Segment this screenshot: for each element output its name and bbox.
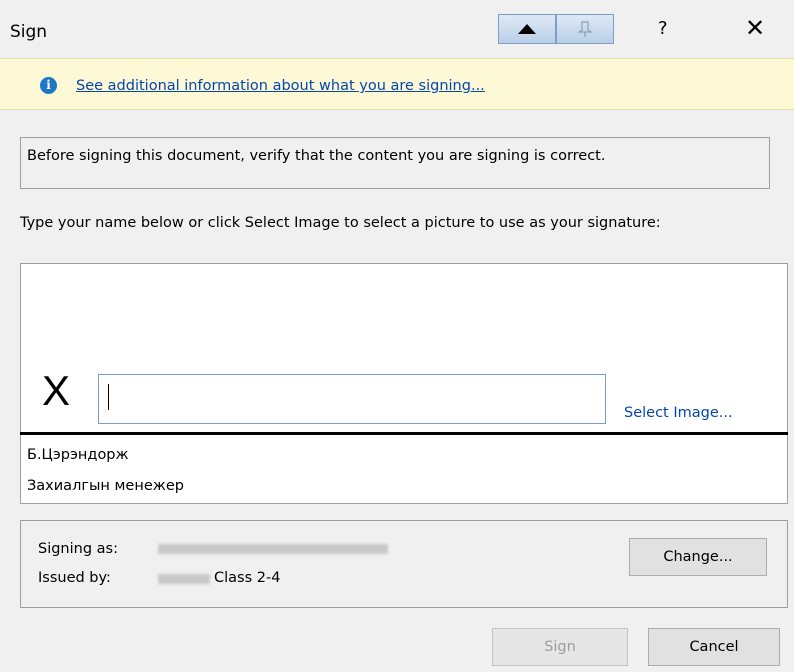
- issuer-class: Class 2-4: [214, 570, 281, 586]
- change-button[interactable]: Change...: [629, 538, 767, 576]
- cancel-button[interactable]: Cancel: [648, 628, 780, 666]
- triangle-up-icon: [518, 24, 536, 34]
- help-button[interactable]: ?: [658, 18, 668, 39]
- signature-line: [20, 432, 788, 435]
- signer-title: Захиалгын менежер: [27, 478, 184, 494]
- text-caret: [108, 384, 109, 410]
- signature-name-input[interactable]: [98, 374, 606, 424]
- info-icon: i: [40, 77, 57, 94]
- close-button[interactable]: ✕: [745, 14, 765, 42]
- verify-message: Before signing this document, verify tha…: [20, 137, 770, 189]
- pin-button[interactable]: [556, 14, 614, 44]
- signing-as-label: Signing as:: [38, 541, 118, 557]
- pin-icon: [577, 21, 593, 37]
- signature-x-mark: X: [42, 367, 71, 414]
- issued-by-label: Issued by:: [38, 570, 111, 586]
- select-image-link[interactable]: Select Image...: [624, 405, 733, 421]
- redacted-issuer: [158, 574, 210, 584]
- additional-info-link[interactable]: See additional information about what yo…: [76, 78, 485, 94]
- collapse-button[interactable]: [498, 14, 556, 44]
- instructions-label: Type your name below or click Select Ima…: [20, 215, 661, 231]
- window-title: Sign: [10, 22, 48, 42]
- signer-name: Б.Цэрэндорж: [27, 447, 129, 463]
- sign-button[interactable]: Sign: [492, 628, 628, 666]
- redacted-signer-name: [158, 544, 388, 554]
